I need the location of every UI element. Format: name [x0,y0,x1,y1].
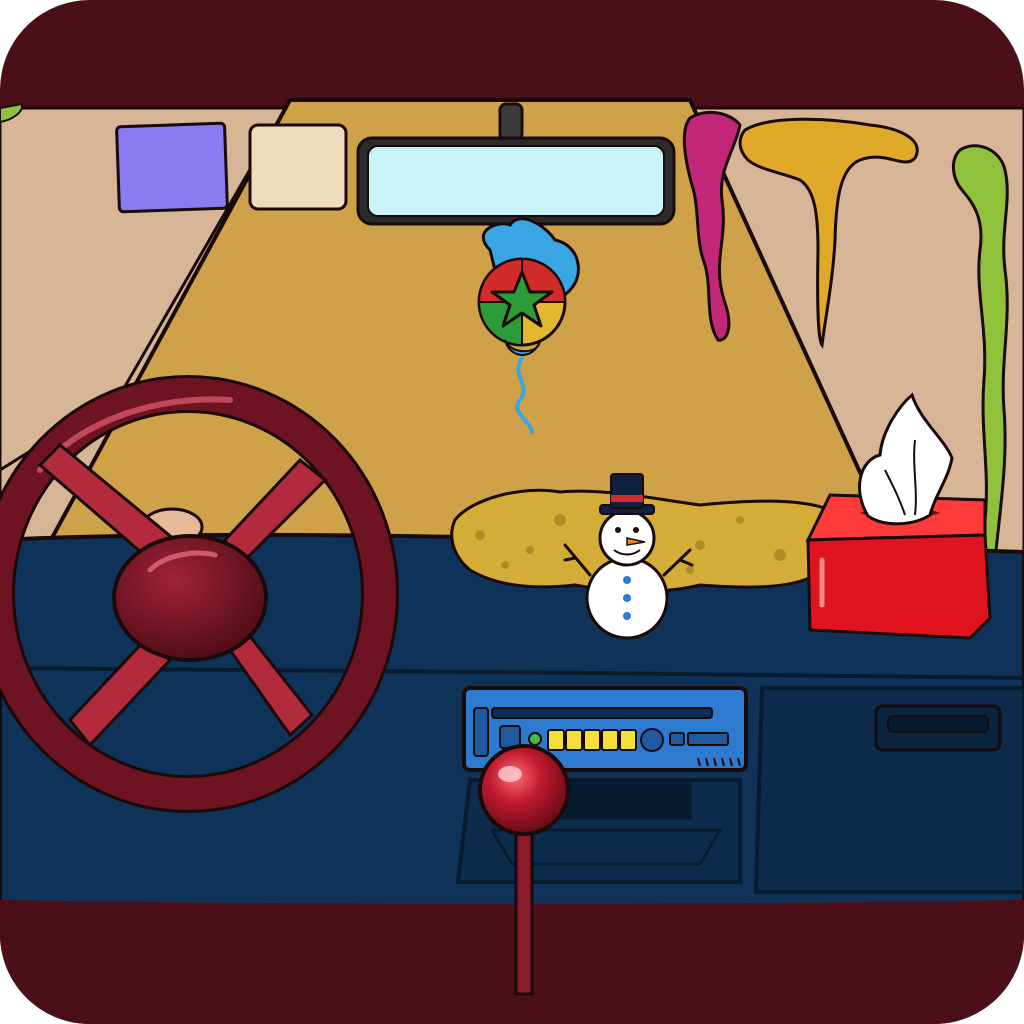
car-interior-scene [0,0,1024,1024]
preset-button-4[interactable] [601,729,619,751]
tissue-box-front [806,533,992,640]
purple-sticker[interactable] [115,121,229,214]
snowman-eye-right [633,527,639,533]
preset-button-5[interactable] [619,729,637,751]
glovebox-handle[interactable] [874,704,1002,752]
cream-sticker[interactable] [248,123,348,211]
console-cubby [553,782,692,820]
snowman-button-1 [623,576,631,584]
preset-button-2[interactable] [565,729,583,751]
eject-button[interactable] [669,732,685,746]
gear-knob-highlight [498,766,522,782]
mirror-stem [498,102,524,142]
gear-stick [514,808,534,996]
top-hat-crown [610,473,644,509]
top-hat-band [611,495,643,502]
tape-button[interactable] [687,732,729,746]
radio-preset-buttons [547,729,637,751]
volume-knob[interactable] [640,728,664,752]
preset-button-3[interactable] [583,729,601,751]
snowman-button-2 [623,594,631,602]
mirror-glass [367,145,665,217]
preset-button-1[interactable] [547,729,565,751]
snowman-button-3 [623,612,631,620]
radio-led [528,732,542,746]
cassette-slot [491,707,713,719]
snowman-eye-left [615,527,621,533]
gear-boot-floor [0,900,1024,1024]
gear-shift-icon [478,744,570,836]
handle-recess [887,715,989,733]
radio-left-knob [473,707,489,757]
